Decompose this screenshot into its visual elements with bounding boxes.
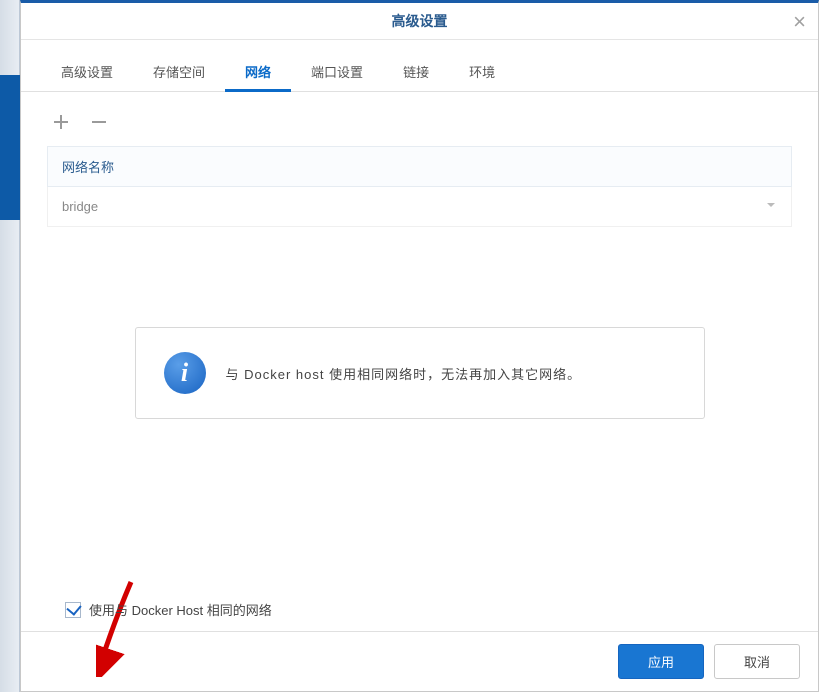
tab-port-settings[interactable]: 端口设置 xyxy=(291,54,383,92)
remove-icon[interactable] xyxy=(85,108,113,136)
dropdown-arrow-icon xyxy=(765,199,777,214)
tab-network[interactable]: 网络 xyxy=(225,54,291,92)
add-icon[interactable] xyxy=(47,108,75,136)
tab-links[interactable]: 链接 xyxy=(383,54,449,92)
dialog-title: 高级设置 xyxy=(392,13,448,29)
tab-bar: 高级设置 存储空间 网络 端口设置 链接 环境 xyxy=(21,54,818,92)
background-left-blue xyxy=(0,75,20,220)
dialog-header: 高级设置 × xyxy=(21,3,818,40)
apply-button[interactable]: 应用 xyxy=(618,644,704,679)
tab-environment[interactable]: 环境 xyxy=(449,54,515,92)
use-host-network-row[interactable]: 使用与 Docker Host 相同的网络 xyxy=(65,600,272,619)
network-table-header: 网络名称 xyxy=(47,146,792,187)
info-icon: i xyxy=(164,352,206,394)
use-host-network-label: 使用与 Docker Host 相同的网络 xyxy=(89,600,272,619)
dialog-footer: 应用 取消 xyxy=(21,631,818,691)
tab-storage[interactable]: 存储空间 xyxy=(133,54,225,92)
info-text: 与 Docker host 使用相同网络时，无法再加入其它网络。 xyxy=(226,364,582,383)
use-host-network-checkbox[interactable] xyxy=(65,602,81,618)
close-icon[interactable]: × xyxy=(793,11,806,33)
advanced-settings-dialog: 高级设置 × 高级设置 存储空间 网络 端口设置 链接 环境 网络名称 brid… xyxy=(20,0,819,692)
network-row[interactable]: bridge xyxy=(47,187,792,227)
tab-content: 网络名称 bridge i 与 Docker host 使用相同网络时，无法再加… xyxy=(21,92,818,631)
tab-advanced-settings[interactable]: 高级设置 xyxy=(41,54,133,92)
info-box: i 与 Docker host 使用相同网络时，无法再加入其它网络。 xyxy=(135,327,705,419)
network-name-value: bridge xyxy=(62,199,98,214)
toolbar xyxy=(47,92,792,146)
cancel-button[interactable]: 取消 xyxy=(714,644,800,679)
